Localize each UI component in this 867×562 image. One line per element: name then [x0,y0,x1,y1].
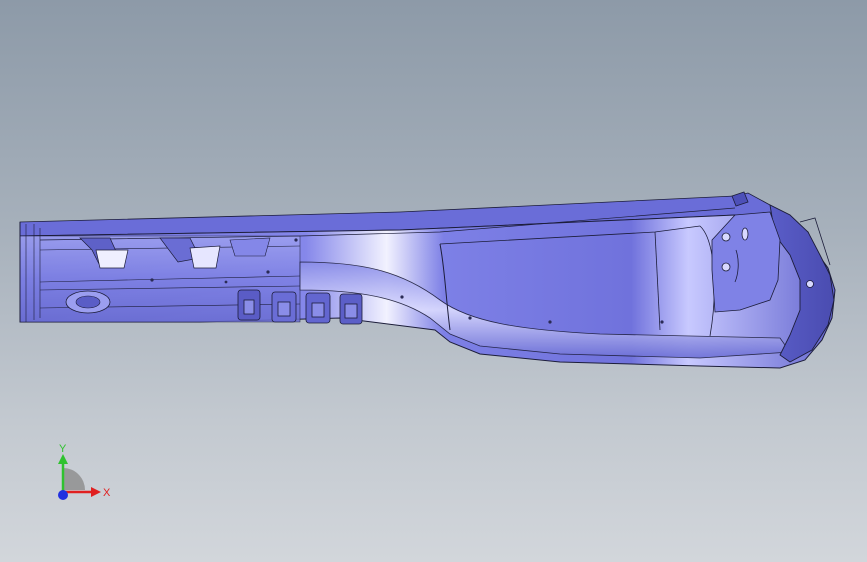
z-axis-dot-icon [58,490,68,500]
bracket-5 [229,237,271,257]
triad-arc [63,468,85,490]
bracket-3 [189,245,221,269]
x-axis-arrow-icon [91,487,101,497]
coordinate-triad: Y X [58,443,111,500]
graphics-viewport[interactable]: Y X [0,0,867,562]
3d-part-model[interactable] [0,0,867,562]
bracket-4 [95,249,129,269]
x-axis-label: X [103,487,111,499]
y-axis-arrow-icon [58,454,68,464]
y-axis-label: Y [59,443,67,455]
